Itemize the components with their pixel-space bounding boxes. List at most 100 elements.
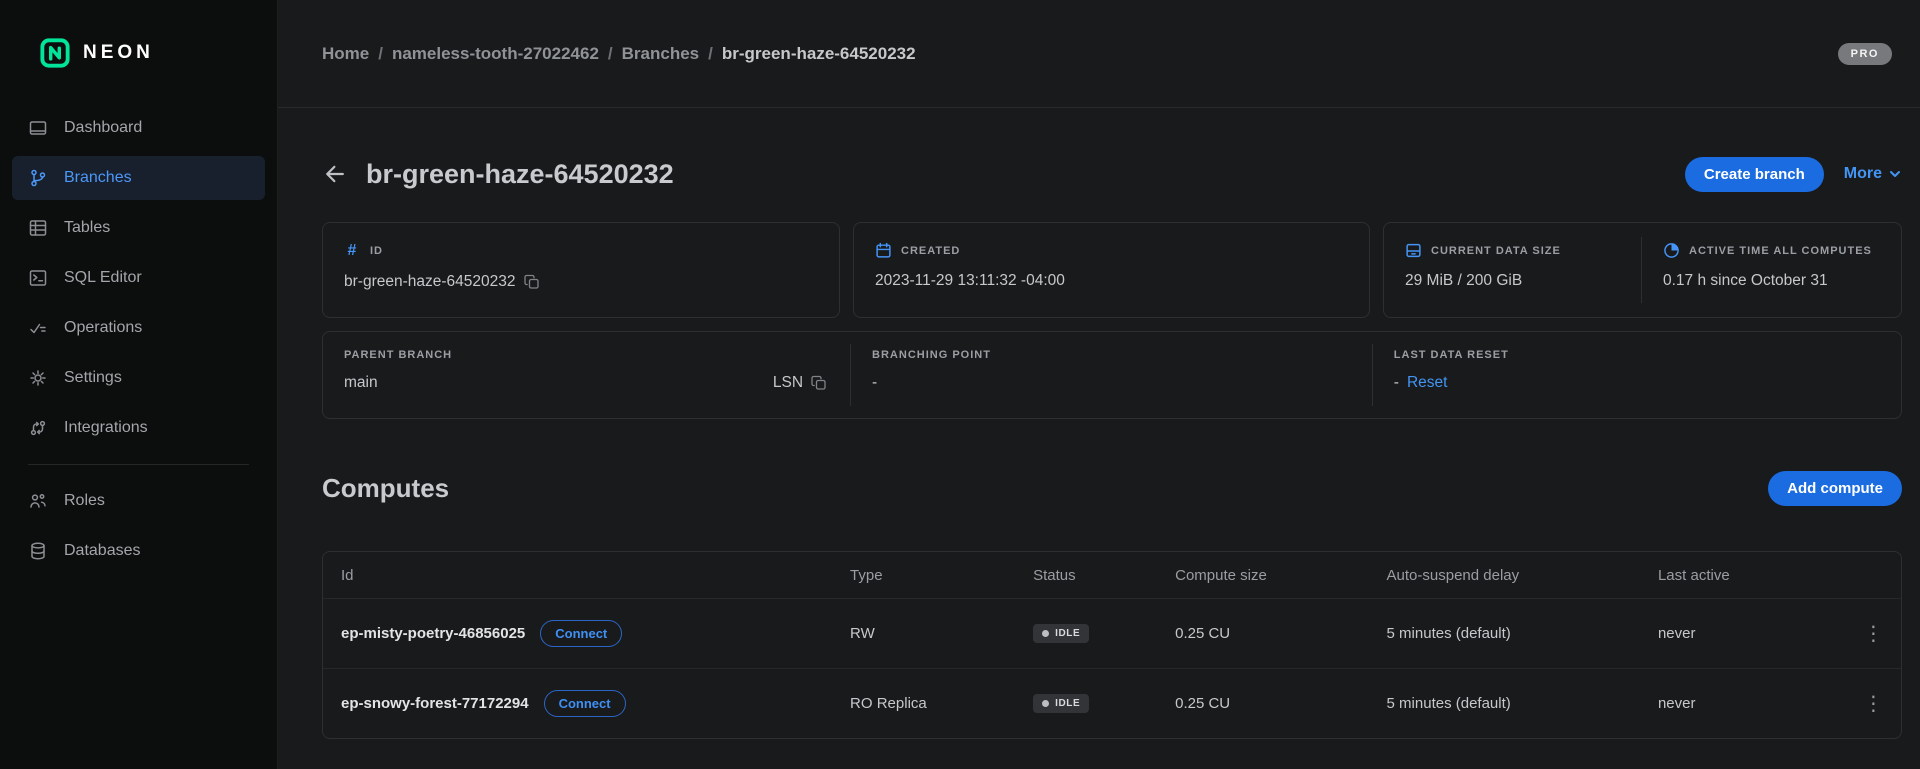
branching-point-section: BRANCHING POINT -	[851, 332, 1372, 418]
computes-table: Id Type Status Compute size Auto-suspend…	[322, 551, 1902, 739]
sidebar-item-dashboard[interactable]: Dashboard	[12, 106, 265, 150]
sidebar: NEON Dashboard Branches Tables	[0, 0, 278, 769]
computes-table-header: Id Type Status Compute size Auto-suspend…	[323, 552, 1901, 598]
computes-header-row: Computes Add compute	[322, 467, 1902, 509]
sidebar-item-label: Tables	[64, 219, 110, 237]
branch-detail-cards: # ID br-green-haze-64520232	[322, 222, 1902, 318]
column-header-id: Id	[323, 567, 850, 584]
more-button[interactable]: More	[1844, 165, 1902, 183]
app-window: NEON Dashboard Branches Tables	[0, 0, 1920, 769]
clock-icon	[1663, 242, 1680, 259]
column-header-status: Status	[1033, 567, 1175, 584]
databases-icon	[28, 541, 48, 561]
computes-title: Computes	[322, 473, 449, 504]
table-row: ep-misty-poetry-46856025 Connect RW IDLE…	[323, 598, 1901, 668]
last-active: never	[1658, 695, 1846, 712]
branch-lineage-card: PARENT BRANCH main LSN	[322, 331, 1902, 419]
sidebar-divider	[28, 464, 249, 465]
table-row: ep-snowy-forest-77172294 Connect RO Repl…	[323, 668, 1901, 738]
sidebar-item-databases[interactable]: Databases	[12, 529, 265, 573]
sidebar-item-branches[interactable]: Branches	[12, 156, 265, 200]
back-arrow-icon[interactable]	[322, 161, 348, 187]
column-header-last-active: Last active	[1658, 567, 1846, 584]
data-size-label: CURRENT DATA SIZE	[1431, 245, 1561, 257]
chevron-down-icon	[1888, 167, 1902, 181]
sidebar-item-label: Roles	[64, 492, 105, 510]
created-label: CREATED	[901, 245, 960, 257]
usage-card: CURRENT DATA SIZE 29 MiB / 200 GiB ACTIV	[1383, 222, 1902, 318]
breadcrumb-home[interactable]: Home	[322, 44, 369, 64]
branch-id-value: br-green-haze-64520232	[344, 273, 515, 291]
roles-users-icon	[28, 491, 48, 511]
breadcrumb-separator: /	[608, 44, 613, 64]
branch-id-label: ID	[370, 245, 383, 257]
branches-icon	[28, 168, 48, 188]
status-dot-icon	[1042, 700, 1049, 707]
copy-icon[interactable]	[524, 274, 540, 290]
parent-branch-value: main	[344, 374, 378, 392]
add-compute-button[interactable]: Add compute	[1768, 471, 1902, 506]
page-title: br-green-haze-64520232	[366, 159, 674, 190]
lsn-label: LSN	[773, 374, 803, 392]
kebab-menu-icon[interactable]: ⋮	[1855, 690, 1891, 718]
integrations-icon	[28, 418, 48, 438]
active-time-label: ACTIVE TIME ALL COMPUTES	[1689, 245, 1872, 257]
connect-button[interactable]: Connect	[540, 620, 622, 647]
sidebar-item-integrations[interactable]: Integrations	[12, 406, 265, 450]
sidebar-item-operations[interactable]: Operations	[12, 306, 265, 350]
last-active: never	[1658, 625, 1846, 642]
settings-gear-icon	[28, 368, 48, 388]
data-size-value: 29 MiB / 200 GiB	[1405, 272, 1522, 290]
main-area: Home / nameless-tooth-27022462 / Branche…	[278, 0, 1920, 769]
sidebar-item-label: SQL Editor	[64, 269, 142, 287]
create-branch-button[interactable]: Create branch	[1685, 157, 1824, 192]
compute-type: RW	[850, 625, 1033, 642]
active-time-section: ACTIVE TIME ALL COMPUTES 0.17 h since Oc…	[1642, 223, 1901, 317]
sidebar-item-tables[interactable]: Tables	[12, 206, 265, 250]
calendar-icon	[875, 242, 892, 259]
sidebar-item-label: Settings	[64, 369, 122, 387]
copy-icon[interactable]	[811, 375, 827, 391]
breadcrumb-current-branch: br-green-haze-64520232	[722, 44, 916, 64]
breadcrumb: Home / nameless-tooth-27022462 / Branche…	[322, 44, 916, 64]
compute-size: 0.25 CU	[1175, 695, 1386, 712]
sidebar-item-label: Integrations	[64, 419, 148, 437]
breadcrumb-project[interactable]: nameless-tooth-27022462	[392, 44, 599, 64]
lsn-group: LSN	[773, 374, 829, 392]
status-badge: IDLE	[1033, 624, 1089, 643]
breadcrumb-branches[interactable]: Branches	[622, 44, 699, 64]
sidebar-item-roles[interactable]: Roles	[12, 479, 265, 523]
sidebar-nav: Dashboard Branches Tables SQL Editor	[0, 106, 277, 573]
compute-size: 0.25 CU	[1175, 625, 1386, 642]
status-badge: IDLE	[1033, 694, 1089, 713]
page-content: br-green-haze-64520232 Create branch Mor…	[278, 108, 1920, 739]
neon-logo[interactable]: NEON	[0, 30, 277, 68]
last-data-reset-section: LAST DATA RESET - Reset	[1373, 332, 1901, 418]
auto-suspend-delay: 5 minutes (default)	[1387, 625, 1658, 642]
breadcrumb-separator: /	[708, 44, 713, 64]
sidebar-item-label: Branches	[64, 169, 132, 187]
column-header-auto-suspend: Auto-suspend delay	[1387, 567, 1658, 584]
branch-id-card: # ID br-green-haze-64520232	[322, 222, 840, 318]
data-size-section: CURRENT DATA SIZE 29 MiB / 200 GiB	[1384, 223, 1641, 317]
breadcrumb-separator: /	[378, 44, 383, 64]
tables-icon	[28, 218, 48, 238]
sidebar-item-settings[interactable]: Settings	[12, 356, 265, 400]
parent-branch-label: PARENT BRANCH	[344, 349, 452, 361]
created-value: 2023-11-29 13:11:32 -04:00	[875, 272, 1065, 290]
auto-suspend-delay: 5 minutes (default)	[1387, 695, 1658, 712]
branching-point-label: BRANCHING POINT	[872, 349, 991, 361]
hash-icon: #	[344, 242, 361, 260]
sidebar-item-sql-editor[interactable]: SQL Editor	[12, 256, 265, 300]
page-title-row: br-green-haze-64520232 Create branch Mor…	[322, 152, 1902, 196]
kebab-menu-icon[interactable]: ⋮	[1855, 620, 1891, 648]
compute-id: ep-misty-poetry-46856025	[341, 625, 525, 642]
reset-link[interactable]: Reset	[1407, 374, 1448, 392]
plan-badge[interactable]: PRO	[1838, 43, 1892, 65]
sql-editor-icon	[28, 268, 48, 288]
sidebar-item-label: Dashboard	[64, 119, 142, 137]
connect-button[interactable]: Connect	[544, 690, 626, 717]
compute-id: ep-snowy-forest-77172294	[341, 695, 529, 712]
compute-type: RO Replica	[850, 695, 1033, 712]
neon-logo-icon	[40, 38, 70, 68]
